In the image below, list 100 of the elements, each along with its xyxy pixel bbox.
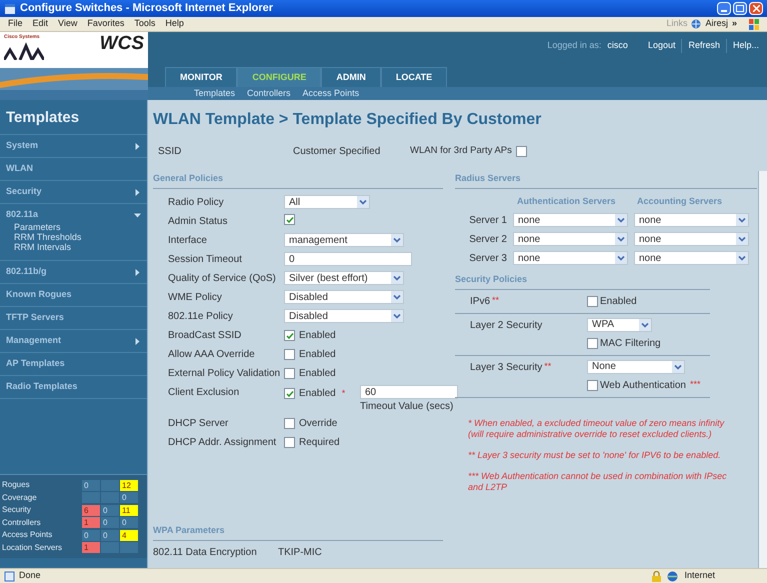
select-field[interactable]: Silver (best effort) <box>284 271 404 285</box>
user-name: cisco <box>607 39 628 52</box>
field-label: Radio Policy <box>168 196 225 210</box>
field-label: WLAN for 3rd Party APs <box>410 144 512 158</box>
section-heading: Radius Servers <box>455 173 521 183</box>
checkbox-label: Enabled <box>299 348 336 362</box>
checkbox[interactable] <box>516 146 527 157</box>
header-link[interactable]: Help... <box>726 39 759 52</box>
checkbox[interactable] <box>284 437 295 448</box>
field-label: Layer 2 Security <box>470 318 542 332</box>
checkbox[interactable] <box>587 338 598 348</box>
alarm-count: 11 <box>120 504 138 516</box>
caret-right-icon <box>134 188 141 196</box>
select-field[interactable]: none <box>513 213 628 227</box>
select-field[interactable]: none <box>513 251 628 265</box>
sub-nav-link[interactable]: Controllers <box>247 86 291 100</box>
sub-nav-link[interactable]: Access Points <box>302 86 360 100</box>
check-icon <box>286 332 294 340</box>
column-header: Accounting Servers <box>637 195 724 208</box>
select-field[interactable]: All <box>284 195 370 209</box>
field-label: Session Timeout <box>168 253 243 267</box>
maximize-button[interactable] <box>733 2 747 15</box>
alarm-label: Controllers <box>1 516 42 529</box>
sidebar-subitem[interactable]: RRM Thresholds <box>14 232 141 242</box>
menu-item[interactable]: View <box>58 17 78 31</box>
close-icon <box>752 5 760 12</box>
nav-tab[interactable]: ADMIN <box>321 67 381 87</box>
nav-tab[interactable]: LOCATE <box>380 67 448 87</box>
column-header: Authentication Servers <box>517 195 617 208</box>
footnote: ** Layer 3 security must be set to 'none' for IPV6 to be enabled. <box>468 450 722 460</box>
select-field[interactable]: management <box>284 233 404 247</box>
alarm-count <box>82 492 100 504</box>
window-title: Configure Switches - Microsoft Internet Explorer <box>20 1 274 16</box>
field-label: SSID <box>158 145 182 159</box>
checkbox[interactable] <box>587 296 598 306</box>
alarm-label: Access Points <box>1 529 54 542</box>
select-field[interactable]: WPA <box>587 318 652 332</box>
alarm-label: Location Servers <box>1 542 64 554</box>
checkbox[interactable] <box>284 330 295 341</box>
chevron-down-icon <box>672 360 684 372</box>
globe-icon <box>691 19 702 29</box>
checkbox-label: Enabled <box>299 387 336 401</box>
select-field[interactable]: none <box>513 232 628 246</box>
menu-item[interactable]: File <box>8 17 23 31</box>
required-mark: * <box>342 386 346 400</box>
lock-icon <box>652 570 662 582</box>
field-label: DHCP Addr. Assignment <box>168 436 278 450</box>
field-label: DHCP Server <box>168 417 230 431</box>
checkbox[interactable] <box>284 418 295 429</box>
checkbox-label: Enabled <box>299 329 336 343</box>
required-mark: *** <box>690 378 701 392</box>
input-field[interactable]: 60 <box>360 385 458 399</box>
ssid-value: Customer Specified <box>293 145 382 159</box>
chevron-down-icon <box>391 272 403 284</box>
select-field[interactable]: none <box>634 213 749 227</box>
chevron-down-icon <box>736 214 748 226</box>
chevron-down-icon <box>615 214 627 226</box>
header-link[interactable]: Refresh <box>681 39 720 52</box>
chevron-down-icon <box>639 318 651 330</box>
restore-icon <box>736 5 744 12</box>
sub-nav-link[interactable]: Templates <box>194 86 236 100</box>
checkbox[interactable] <box>284 388 295 399</box>
windows-flag-icon <box>749 18 759 30</box>
browser-icon <box>4 2 16 14</box>
menu-item[interactable]: Edit <box>32 17 48 31</box>
checkbox[interactable] <box>284 214 295 225</box>
more-links[interactable]: » <box>732 17 737 31</box>
checkbox[interactable] <box>284 368 295 379</box>
sidebar-subitem[interactable]: RRM Intervals <box>14 242 141 252</box>
check-icon <box>286 216 294 224</box>
minimize-button[interactable] <box>717 2 731 15</box>
caret-right-icon <box>134 142 141 150</box>
menu-item[interactable]: Help <box>165 17 184 31</box>
select-field[interactable]: Disabled <box>284 290 404 304</box>
close-button[interactable] <box>749 2 763 15</box>
alarm-count <box>101 492 119 504</box>
header-link[interactable]: Logout <box>642 39 676 52</box>
nav-tab[interactable]: MONITOR <box>165 67 238 87</box>
input-field[interactable]: 0 <box>284 252 412 266</box>
select-field[interactable]: Disabled <box>284 309 404 323</box>
chevron-down-icon <box>615 252 627 264</box>
checkbox[interactable] <box>284 349 295 360</box>
alarm-count <box>120 542 138 554</box>
sidebar-subitem[interactable]: Parameters <box>14 222 141 232</box>
checkbox[interactable] <box>587 380 598 390</box>
alarm-count: 0 <box>82 530 100 541</box>
chevron-down-icon <box>391 310 403 322</box>
link[interactable]: Airesj <box>705 17 728 31</box>
menu-item[interactable]: Favorites <box>87 17 124 31</box>
menu-item[interactable]: Tools <box>134 17 156 31</box>
field-label: IPv6 <box>470 294 490 308</box>
select-field[interactable]: none <box>634 232 749 246</box>
field-label: Server 3 <box>468 252 508 266</box>
status-text: Done <box>19 569 41 582</box>
field-label: External Policy Validation <box>168 367 282 381</box>
alarm-count: 0 <box>120 517 138 528</box>
alarm-count: 0 <box>101 504 119 516</box>
select-field[interactable]: None <box>587 360 685 374</box>
select-field[interactable]: none <box>634 251 749 265</box>
caret-down-icon <box>134 212 141 218</box>
